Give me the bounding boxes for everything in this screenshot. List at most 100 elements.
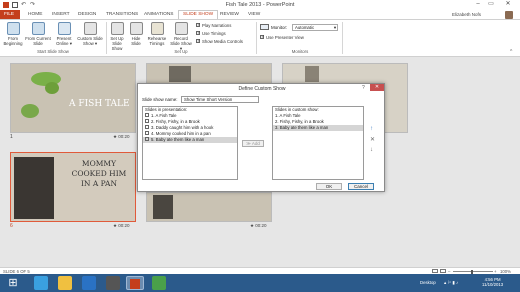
ribbon-divider [106,22,107,54]
custom-show-icon [83,22,97,35]
hide-slide-button[interactable]: Hide Slide [128,22,144,46]
zoom-slider-handle[interactable] [471,269,473,274]
app-icon[interactable] [106,276,120,290]
slideshow-start-icon [6,22,20,35]
slide-thumbnail[interactable] [146,192,272,222]
status-bar: SLIDE 6 OF 5 – + 100% [0,267,520,274]
slide-thumbnail[interactable]: A FISH TALE [10,63,136,133]
list-item-selected[interactable]: 3. Baby ate them like a man [273,125,363,131]
monitor-label: Monitor: [271,25,288,30]
slideshow-current-icon [31,22,45,35]
record-icon [174,22,188,35]
define-custom-show-dialog: Define Custom Show ? ✕ Slide show name: … [137,83,385,192]
remove-icon[interactable]: ✕ [370,136,375,143]
slide-photo [305,66,319,82]
chevron-down-icon: ▾ [333,24,336,30]
minimize-icon[interactable]: – [472,0,484,9]
slide-number: 6 [10,223,13,229]
set-up-slide-show-button[interactable]: Set Up Slide Show [108,22,126,51]
taskbar: ⊞ Desktop ▴ ⚐ ▮ ♪ 4:56 PM 11/10/2013 [0,274,520,292]
group-label-start: Start Slide Show [37,49,69,54]
tab-home[interactable]: HOME [24,10,46,19]
checkbox-icon[interactable] [145,125,149,130]
slide-show-name-input[interactable]: Show Time Short Version [181,96,259,103]
play-narrations-checkbox[interactable]: Play Narrations [196,22,231,28]
close-icon[interactable]: ✕ [370,84,384,91]
lily-pad-image [21,104,39,118]
powerpoint-icon [130,279,140,289]
tray-icons[interactable]: ▴ ⚐ ▮ ♪ [444,280,458,286]
move-up-icon[interactable]: ↑ [370,126,373,132]
ok-button[interactable]: OK [316,183,342,190]
slide-timing: ★ 00:20 [250,223,267,228]
custom-slide-show-button[interactable]: Custom Slide Show ▾ [76,22,104,46]
slide-title: MOMMY COOKED HIM IN A PAN [71,159,127,188]
file-explorer-icon[interactable] [58,276,72,290]
normal-view-icon[interactable] [432,269,438,273]
tab-animations[interactable]: ANIMATIONS [140,10,178,19]
cancel-button[interactable]: Cancel [348,183,374,190]
tab-slide-show[interactable]: SLIDE SHOW [178,10,219,19]
list-item-selected[interactable]: 5. Baby ate them like a man [143,137,237,143]
slides-in-presentation-list: Slides in presentation: 1. A Fish Tale 2… [142,106,238,180]
group-label-setup: Set Up [174,49,188,54]
globe-icon [57,22,71,35]
slide-timing: ★ 00:20 [113,223,130,228]
user-name[interactable]: Elizabeth Nofs [448,10,485,19]
title-bar: ↶ ↷ Fish Tale 2013 - PowerPoint – ▭ ✕ [0,0,520,10]
tab-review[interactable]: REVIEW [216,10,243,19]
powerpoint-taskbar-icon[interactable] [126,276,144,290]
from-beginning-button[interactable]: From Beginning [2,22,24,46]
ribbon-divider [256,22,257,54]
from-current-slide-button[interactable]: From Current Slide [25,22,51,46]
add-button[interactable]: ≫ Add [242,140,264,147]
maximize-icon[interactable]: ▭ [485,0,497,9]
dialog-title: Define Custom Show [238,86,286,92]
ribbon: From Beginning From Current Slide Presen… [0,19,520,57]
help-button[interactable]: ? [362,85,365,91]
rehearse-timings-button[interactable]: Rehearse Timings [146,22,168,46]
slide-thumbnail-selected[interactable]: MOMMY COOKED HIM IN A PAN [10,152,136,222]
zoom-slider[interactable] [453,271,493,272]
internet-explorer-icon[interactable] [34,276,48,290]
slide-photo [14,157,54,219]
hide-slide-icon [129,22,143,35]
desktop-label[interactable]: Desktop [420,280,436,285]
tab-view[interactable]: VIEW [244,10,264,19]
tab-transitions[interactable]: TRANSITIONS [102,10,142,19]
slide-timing: ★ 00:20 [113,134,130,139]
checkbox-icon[interactable] [145,113,149,118]
windows-start-icon[interactable]: ⊞ [6,276,20,290]
monitor-icon [260,24,269,30]
slide-show-name-label: Slide show name: [142,97,178,102]
show-media-controls-checkbox[interactable]: Show Media Controls [196,38,243,44]
checkbox-icon[interactable] [145,137,149,142]
checkbox-icon [196,22,201,28]
slide-number: 1 [10,134,13,140]
tab-file[interactable]: FILE [0,10,20,19]
collapse-ribbon-icon[interactable]: ^ [510,49,512,55]
checkbox-icon[interactable] [145,119,149,124]
checkbox-icon [260,34,265,40]
close-window-icon[interactable]: ✕ [498,0,518,9]
record-slide-show-button[interactable]: Record Slide Show ▾ [170,22,192,51]
slide-photo [169,66,191,82]
slide-sorter-view-icon[interactable] [440,269,446,273]
use-presenter-view-checkbox[interactable]: Use Presenter View [260,34,304,40]
clock[interactable]: 4:56 PM 11/10/2013 [482,277,503,287]
checkbox-icon[interactable] [145,131,149,136]
use-timings-checkbox[interactable]: Use Timings [196,30,226,36]
avatar[interactable] [505,11,513,19]
move-down-icon[interactable]: ↓ [370,147,373,153]
tab-design[interactable]: DESIGN [74,10,100,19]
outlook-icon[interactable] [82,276,96,290]
slides-in-custom-show-list: Slides in custom show: 1. A Fish Tale 2.… [272,106,364,180]
tab-insert[interactable]: INSERT [48,10,74,19]
ribbon-tabs: FILE HOME INSERT DESIGN TRANSITIONS ANIM… [0,10,520,19]
slide-title: A FISH TALE [69,99,130,109]
stopwatch-icon [150,22,164,35]
monitor-dropdown[interactable]: Automatic ▾ [292,23,338,31]
app-icon[interactable] [152,276,166,290]
setup-icon [110,22,124,35]
present-online-button[interactable]: Present Online ▾ [53,22,75,46]
